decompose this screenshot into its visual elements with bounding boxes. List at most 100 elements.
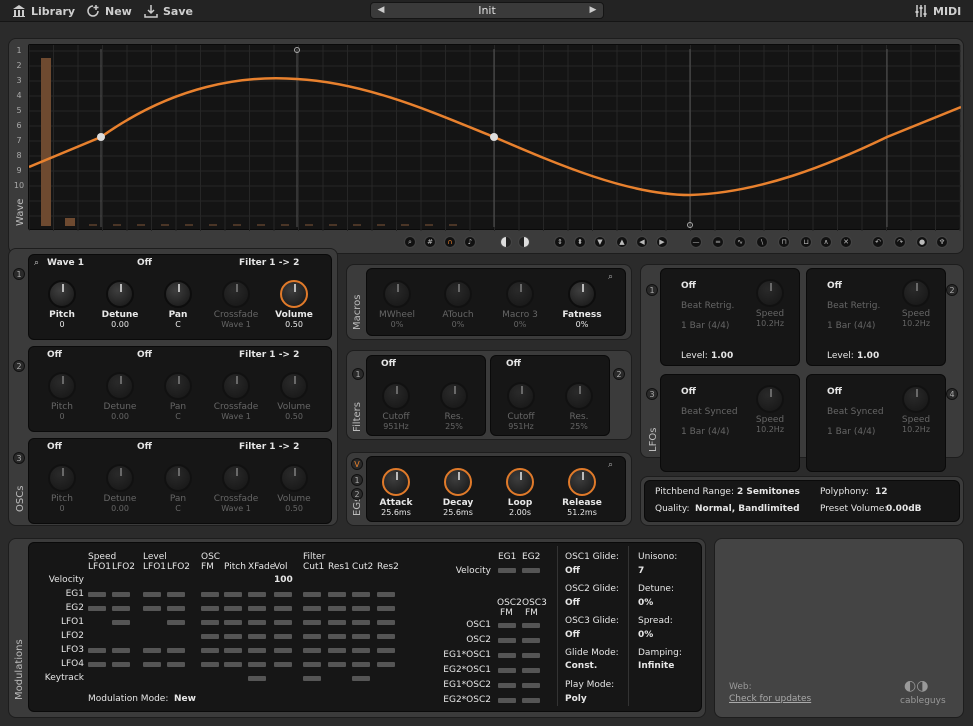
filter1-type[interactable]: Off: [381, 359, 396, 369]
mod-slot[interactable]: [248, 676, 266, 681]
mod-slot[interactable]: [248, 662, 266, 667]
detune-value[interactable]: 0%: [638, 598, 653, 608]
mod-slot[interactable]: [274, 648, 292, 653]
mod-mode-value[interactable]: New: [174, 694, 196, 704]
mod-slot[interactable]: [88, 648, 106, 653]
preset-selector[interactable]: ◀ Init ▶: [370, 2, 604, 19]
invert-icon[interactable]: [500, 236, 512, 248]
mod-slot[interactable]: [248, 634, 266, 639]
mod-slot[interactable]: [143, 592, 161, 597]
pitchbend-value[interactable]: 2 Semitones: [737, 487, 800, 497]
eg2-select[interactable]: 2: [351, 488, 363, 500]
mirror-icon[interactable]: [518, 236, 530, 248]
mod-slot[interactable]: [274, 606, 292, 611]
lfo-sync[interactable]: Beat Synced: [681, 407, 738, 417]
lfo-mode[interactable]: Off: [681, 281, 696, 291]
zoom-icon[interactable]: ⌕: [404, 236, 416, 248]
mod-slot[interactable]: [248, 620, 266, 625]
mod-slot[interactable]: [112, 620, 130, 625]
mod-slot[interactable]: [303, 634, 321, 639]
eg1-select[interactable]: 1: [351, 474, 363, 486]
shift-vertical-icon[interactable]: ⬍: [574, 236, 586, 248]
lfo-rate[interactable]: 1 Bar (4/4): [827, 321, 875, 331]
mod-slot[interactable]: [377, 592, 395, 597]
mod-slot[interactable]: [143, 606, 161, 611]
mod-slot[interactable]: [167, 620, 185, 625]
osc2-crossfade-knob[interactable]: Crossfade Wave 1: [214, 372, 258, 421]
mod-slot[interactable]: [167, 662, 185, 667]
damping-value[interactable]: Infinite: [638, 661, 674, 671]
eg-release-knob[interactable]: Release 51.2ms: [562, 468, 602, 517]
save-button[interactable]: Save: [144, 3, 193, 19]
wave-row-number[interactable]: 1: [12, 46, 26, 55]
next-preset-icon[interactable]: ▶: [585, 3, 601, 18]
stretch-vertical-icon[interactable]: ⇕: [554, 236, 566, 248]
mod-slot[interactable]: [248, 592, 266, 597]
shape-triangle-icon[interactable]: ∧: [820, 236, 832, 248]
mod-slot[interactable]: [498, 638, 516, 643]
osc2-volume-knob[interactable]: Volume 0.50: [277, 372, 311, 421]
osc1-volume-knob[interactable]: Volume 0.50: [275, 280, 313, 329]
library-button[interactable]: Library: [12, 3, 75, 19]
mod-slot[interactable]: [328, 634, 346, 639]
mod-slot[interactable]: [522, 698, 540, 703]
lfo-mode[interactable]: Off: [827, 281, 842, 291]
lfo-sync[interactable]: Beat Synced: [827, 407, 884, 417]
osc2-mode[interactable]: Off: [137, 350, 152, 360]
mod-slot[interactable]: [224, 648, 242, 653]
mod-slot[interactable]: [352, 676, 370, 681]
wave-row-number[interactable]: 8: [12, 151, 26, 160]
wave-row-number[interactable]: 4: [12, 91, 26, 100]
mod-slot[interactable]: [112, 592, 130, 597]
move-up-icon[interactable]: ▲: [616, 236, 628, 248]
mod-slot[interactable]: [522, 568, 540, 573]
mod-slot[interactable]: [303, 648, 321, 653]
shape-ramp-flat-icon[interactable]: ═: [712, 236, 724, 248]
osc1-glide-value[interactable]: Off: [565, 566, 580, 576]
shape-pulse-icon[interactable]: ⊔: [800, 236, 812, 248]
osc1-route[interactable]: Filter 1 -> 2: [239, 258, 299, 268]
mod-slot[interactable]: [201, 592, 219, 597]
eg-decay-knob[interactable]: Decay 25.6ms: [441, 468, 475, 517]
mod-slot[interactable]: [522, 668, 540, 673]
mod-slot[interactable]: [248, 648, 266, 653]
macro-fatness-knob[interactable]: Fatness 0%: [562, 280, 602, 329]
lfo-mode[interactable]: Off: [827, 387, 842, 397]
mod-slot[interactable]: [377, 620, 395, 625]
mod-slot[interactable]: [224, 634, 242, 639]
mod-slot[interactable]: [498, 683, 516, 688]
mod-slot[interactable]: [224, 620, 242, 625]
shape-saw-down-icon[interactable]: \: [756, 236, 768, 248]
osc3-detune-knob[interactable]: Detune 0.00: [103, 464, 137, 513]
mod-slot[interactable]: [112, 606, 130, 611]
record-icon[interactable]: ●: [916, 236, 928, 248]
mod-slot[interactable]: [377, 606, 395, 611]
shape-sine-icon[interactable]: ∿: [734, 236, 746, 248]
osc2-detune-knob[interactable]: Detune 0.00: [103, 372, 137, 421]
filter1-res-knob[interactable]: Res. 25%: [437, 382, 471, 431]
osc2-pan-knob[interactable]: Pan C: [161, 372, 195, 421]
check-updates-link[interactable]: Check for updates: [729, 694, 811, 704]
filter2-cutoff-knob[interactable]: Cutoff 951Hz: [504, 382, 538, 431]
mod-slot[interactable]: [248, 606, 266, 611]
mod-slot[interactable]: [274, 634, 292, 639]
mod-slot[interactable]: [201, 662, 219, 667]
macro-search-icon[interactable]: ⌕: [608, 272, 613, 282]
osc3-glide-value[interactable]: Off: [565, 630, 580, 640]
lfo-level-value[interactable]: 1.00: [711, 351, 733, 361]
osc1-pan-knob[interactable]: Pan C: [161, 280, 195, 329]
lfo-rate[interactable]: 1 Bar (4/4): [827, 427, 875, 437]
lfo-speed-knob[interactable]: Speed 10.2Hz: [899, 279, 933, 328]
macro-mwheel-knob[interactable]: MWheel 0%: [379, 280, 415, 329]
mod-slot[interactable]: [352, 648, 370, 653]
osc3-crossfade-knob[interactable]: Crossfade Wave 1: [214, 464, 258, 513]
filter1-cutoff-knob[interactable]: Cutoff 951Hz: [379, 382, 413, 431]
wave-search-icon[interactable]: ⌕: [34, 258, 39, 268]
magnet-icon[interactable]: ∩: [444, 236, 456, 248]
osc2-wave[interactable]: Off: [47, 350, 62, 360]
eg-attack-knob[interactable]: Attack 25.6ms: [379, 468, 413, 517]
mod-slot[interactable]: [201, 606, 219, 611]
osc1-crossfade-knob[interactable]: Crossfade Wave 1: [214, 280, 258, 329]
mod-slot[interactable]: [143, 662, 161, 667]
mod-slot[interactable]: [498, 653, 516, 658]
